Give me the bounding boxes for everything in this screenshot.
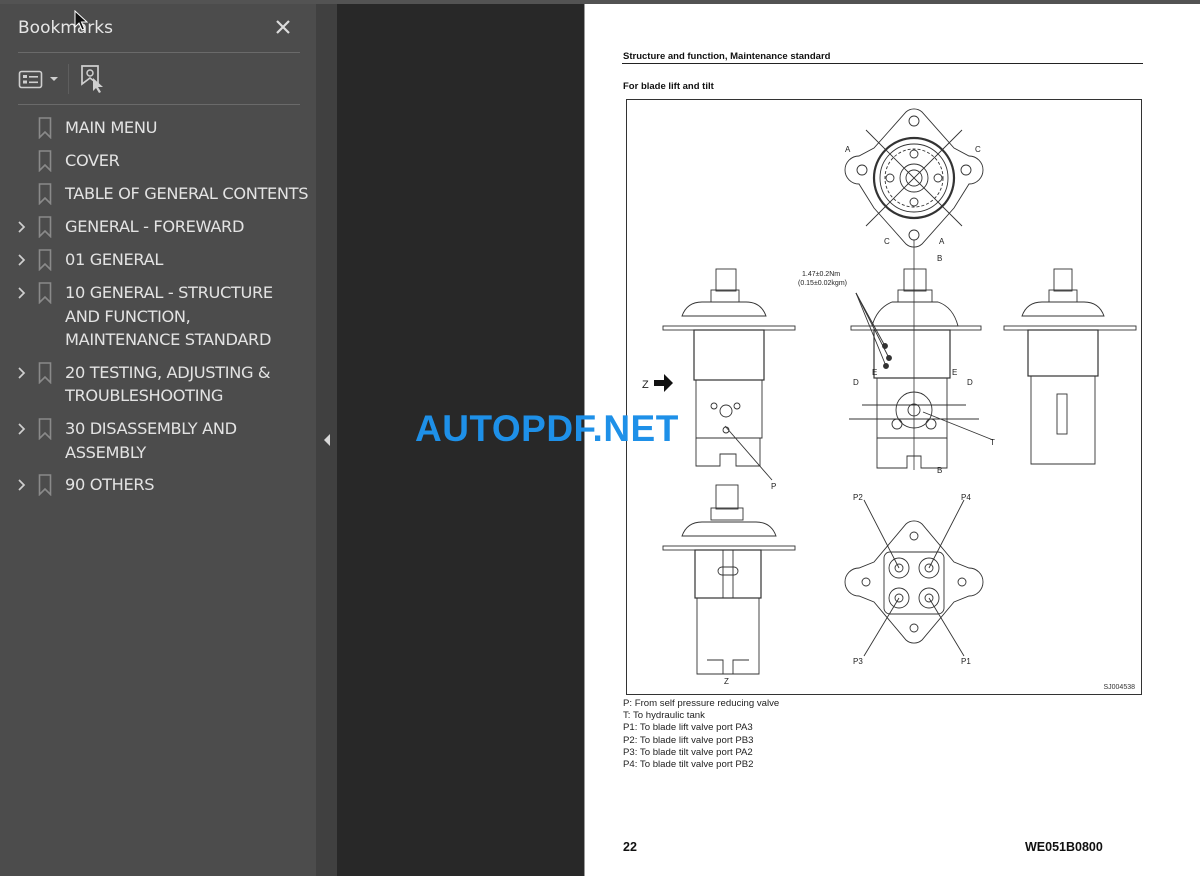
view-arrow-z: [654, 374, 673, 392]
torque-spec-nm: 1.47±0.2Nm: [802, 271, 840, 278]
bookmark-item-30-disassembly[interactable]: 30 DISASSEMBLY AND ASSEMBLY: [0, 413, 316, 469]
header-rule: [622, 63, 1143, 64]
label-p3: P3: [853, 657, 863, 666]
label-e-right: E: [952, 368, 957, 377]
separator: [18, 104, 300, 105]
expand-toggle[interactable]: [12, 281, 32, 305]
bookmark-icon: [38, 117, 52, 139]
expand-toggle[interactable]: [12, 248, 32, 272]
bookmark-label: MAIN MENU: [65, 118, 158, 137]
separator: [18, 52, 300, 53]
mouse-cursor-icon: [74, 10, 88, 31]
expand-toggle[interactable]: [12, 361, 32, 385]
bookmarks-panel: Bookmarks MAIN MENU COVER TABLE OF GENER…: [0, 4, 316, 876]
document-code: WE051B0800: [1025, 840, 1103, 854]
bookmark-icon: [38, 249, 52, 271]
label-d-right: D: [967, 378, 973, 387]
technical-drawing: Z P T B B D D E E A A C C P2 P4 P3 P1 Z …: [626, 99, 1142, 695]
legend-item: P: From self pressure reducing valve: [623, 698, 780, 709]
bookmark-label: 10 GENERAL - STRUCTURE AND FUNCTION, MAI…: [65, 283, 273, 350]
find-current-bookmark-button[interactable]: [78, 62, 108, 96]
close-icon: [276, 20, 290, 34]
bookmark-item-20-testing[interactable]: 20 TESTING, ADJUSTING & TROUBLESHOOTING: [0, 357, 316, 413]
bookmark-icon: [38, 282, 52, 304]
label-t: T: [990, 438, 995, 447]
bookmark-icon: [38, 474, 52, 497]
page-number: 22: [623, 840, 637, 854]
top-view: [844, 108, 984, 248]
port-view: [844, 499, 984, 657]
front-view-right: [1003, 268, 1137, 465]
bookmark-item-90-others[interactable]: 90 OTHERS: [0, 469, 316, 502]
bookmark-item-01-general[interactable]: 01 GENERAL: [0, 244, 316, 277]
expand-toggle[interactable]: [12, 215, 32, 239]
bookmark-item-main-menu[interactable]: MAIN MENU: [0, 112, 316, 145]
legend-item: P3: To blade tilt valve port PA2: [623, 746, 753, 758]
label-d-left: D: [853, 378, 859, 387]
bookmark-item-table-of-contents[interactable]: TABLE OF GENERAL CONTENTS: [0, 178, 316, 211]
bookmark-icon: [38, 216, 52, 238]
bookmark-label: GENERAL - FOREWARD: [65, 217, 245, 236]
label-a-right: A: [939, 237, 945, 246]
bookmark-label: TABLE OF GENERAL CONTENTS: [65, 184, 309, 203]
torque-spec-kgm: (0.15±0.02kgm): [798, 280, 847, 287]
collapse-panel-button[interactable]: [320, 430, 334, 450]
bookmark-icon: [38, 418, 52, 440]
triangle-left-icon: [324, 434, 330, 446]
bookmarks-toolbar: [18, 62, 300, 98]
close-panel-button[interactable]: [270, 14, 296, 40]
chevron-down-icon: [50, 77, 58, 81]
legend-item: T: To hydraulic tank: [623, 710, 705, 722]
chevron-right-icon: [18, 254, 26, 266]
front-view-center: [849, 240, 994, 470]
label-e-left: E: [872, 368, 877, 377]
toolbar-divider: [68, 64, 69, 94]
chevron-right-icon: [18, 221, 26, 233]
bookmark-icon: [38, 183, 52, 205]
bookmark-label: 30 DISASSEMBLY AND ASSEMBLY: [65, 418, 237, 462]
bookmark-item-general-foreward[interactable]: GENERAL - FOREWARD: [0, 211, 316, 244]
expand-toggle[interactable]: [12, 473, 32, 497]
page-header: Structure and function, Maintenance stan…: [623, 51, 831, 62]
find-bookmark-icon: [81, 65, 103, 93]
options-menu-button[interactable]: [18, 64, 62, 94]
panel-title: Bookmarks: [18, 18, 113, 38]
chevron-right-icon: [18, 423, 26, 435]
side-view-z: [662, 484, 796, 675]
label-a-left: A: [845, 145, 851, 154]
watermark: AUTOPDF.NET: [415, 408, 679, 449]
chevron-right-icon: [18, 479, 26, 491]
label-b-bottom: B: [937, 466, 942, 475]
legend-item: P2: To blade lift valve port PB3: [623, 734, 754, 746]
front-view-left: [662, 268, 796, 467]
figure-id: SJ004538: [1103, 684, 1135, 691]
label-p1: P1: [961, 657, 971, 666]
section-subheading: For blade lift and tilt: [623, 81, 714, 92]
drawing-canvas: Z P T B B D D E E A A C C P2 P4 P3 P1 Z …: [642, 108, 1137, 686]
label-c-left: C: [884, 237, 890, 246]
legend-item: P4: To blade tilt valve port PB2: [623, 759, 754, 771]
label-p2: P2: [853, 493, 863, 502]
label-p4: P4: [961, 493, 971, 502]
label-b-top: B: [937, 254, 942, 263]
bookmark-label: 90 OTHERS: [65, 475, 155, 495]
expand-toggle[interactable]: [12, 417, 32, 441]
label-z: Z: [642, 379, 649, 391]
bookmark-item-10-general-structure[interactable]: 10 GENERAL - STRUCTURE AND FUNCTION, MAI…: [0, 277, 316, 357]
chevron-right-icon: [18, 287, 26, 299]
label-p: P: [771, 482, 776, 491]
figure-legend: P: From self pressure reducing valve T: …: [623, 698, 779, 771]
bookmark-list: MAIN MENU COVER TABLE OF GENERAL CONTENT…: [0, 112, 316, 502]
bookmark-label: 01 GENERAL: [65, 250, 164, 269]
legend-item: P1: To blade lift valve port PA3: [623, 722, 753, 734]
bookmark-label: 20 TESTING, ADJUSTING & TROUBLESHOOTING: [65, 362, 271, 406]
chevron-right-icon: [18, 367, 26, 379]
bookmark-icon: [38, 150, 52, 172]
label-z-bottom: Z: [724, 677, 729, 686]
label-c-right: C: [975, 145, 981, 154]
bookmark-label: COVER: [65, 151, 120, 170]
list-options-icon: [18, 70, 43, 89]
bookmark-item-cover[interactable]: COVER: [0, 145, 316, 178]
bookmark-icon: [38, 361, 52, 384]
